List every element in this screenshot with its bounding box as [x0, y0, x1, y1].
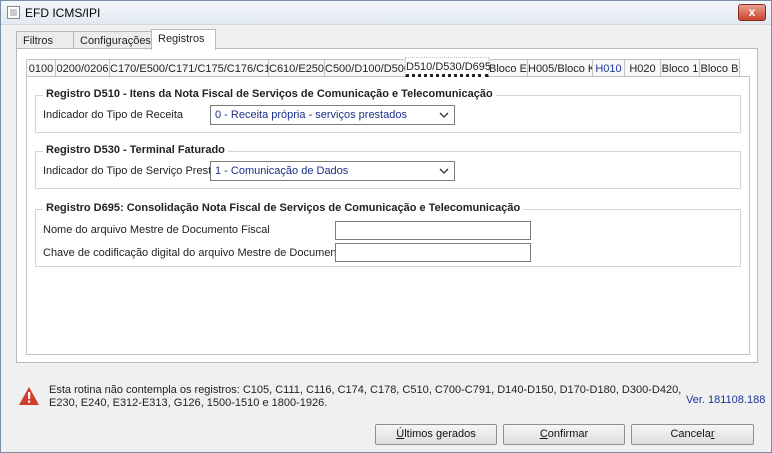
chave-codificacao-input[interactable] [335, 243, 531, 262]
chave-codificacao-label: Chave de codificação digital do arquivo … [43, 247, 378, 259]
subtab-d510-d530-d695[interactable]: D510/D530/D695 [405, 57, 491, 77]
chevron-down-icon [439, 112, 449, 118]
warning-icon [19, 387, 39, 405]
close-button[interactable]: x [738, 4, 766, 21]
ultimos-gerados-button[interactable]: Últimos gerados [375, 424, 497, 445]
confirmar-mnemonic: C [539, 428, 548, 440]
subtab-h005-bloco-k[interactable]: H005/Bloco K [527, 59, 595, 76]
chevron-down-icon [439, 168, 449, 174]
registros-panel: 0100 0200/0206 C170/E500/C171/C175/C176/… [16, 48, 758, 363]
close-icon: x [748, 5, 756, 19]
confirmar-label: onfirmar [547, 428, 589, 440]
info-message: Esta rotina não contempla os registros: … [49, 384, 682, 409]
d530-label: Indicador do Tipo de Serviço Prestado [43, 165, 230, 177]
version-label: Ver. 181108.188 [686, 394, 766, 406]
d510-label: Indicador do Tipo de Receita [43, 109, 184, 121]
ultimos-label: ltimos gerados [404, 428, 476, 440]
cancelar-button[interactable]: Cancelar [631, 424, 754, 445]
subtab-0200-0206[interactable]: 0200/0206 [55, 59, 110, 76]
nome-arquivo-label: Nome do arquivo Mestre de Documento Fisc… [43, 224, 270, 236]
tipo-servico-select[interactable]: 1 - Comunicação de Dados [210, 161, 455, 181]
d510-d530-d695-panel: Registro D510 - Itens da Nota Fiscal de … [26, 76, 750, 355]
window-title: EFD ICMS/IPI [25, 6, 101, 20]
tipo-receita-value: 0 - Receita própria - serviços prestados [215, 109, 407, 121]
subtab-0100[interactable]: 0100 [26, 59, 56, 76]
d695-group: Registro D695: Consolidação Nota Fiscal … [35, 202, 741, 267]
subtab-bloco-b[interactable]: Bloco B [699, 59, 740, 76]
app-icon [7, 6, 20, 19]
d695-group-title: Registro D695: Consolidação Nota Fiscal … [43, 202, 524, 214]
tab-registros[interactable]: Registros [151, 29, 216, 50]
tab-configuracoes[interactable]: Configurações [73, 31, 152, 49]
d530-group: Registro D530 - Terminal Faturado Indica… [35, 144, 741, 189]
subtab-h010[interactable]: H010 [592, 59, 625, 76]
d510-group: Registro D510 - Itens da Nota Fiscal de … [35, 88, 741, 133]
tab-filtros[interactable]: Filtros [16, 31, 74, 49]
subtab-bloco-1[interactable]: Bloco 1 [660, 59, 700, 76]
d530-group-title: Registro D530 - Terminal Faturado [43, 144, 228, 156]
d510-group-title: Registro D510 - Itens da Nota Fiscal de … [43, 88, 496, 100]
app-window: EFD ICMS/IPI x Filtros Configurações Reg… [0, 0, 772, 453]
subtab-h020[interactable]: H020 [624, 59, 661, 76]
confirmar-button[interactable]: Confirmar [503, 424, 625, 445]
subtab-c170[interactable]: C170/E500/C171/C175/C176/C197 [109, 59, 282, 76]
tipo-receita-select[interactable]: 0 - Receita própria - serviços prestados [210, 105, 455, 125]
nome-arquivo-input[interactable] [335, 221, 531, 240]
ultimos-mnemonic: Ú [396, 428, 405, 440]
subtab-c610-e250[interactable]: C610/E250 [268, 59, 325, 76]
title-bar: EFD ICMS/IPI x [1, 1, 771, 25]
cancelar-mnemonic: r [710, 428, 715, 440]
tipo-servico-value: 1 - Comunicação de Dados [215, 165, 349, 177]
subtab-c500[interactable]: C500/D100/D500 [324, 59, 410, 76]
subtab-bloco-e[interactable]: Bloco E [488, 59, 528, 76]
cancelar-label: Cancela [670, 428, 711, 440]
